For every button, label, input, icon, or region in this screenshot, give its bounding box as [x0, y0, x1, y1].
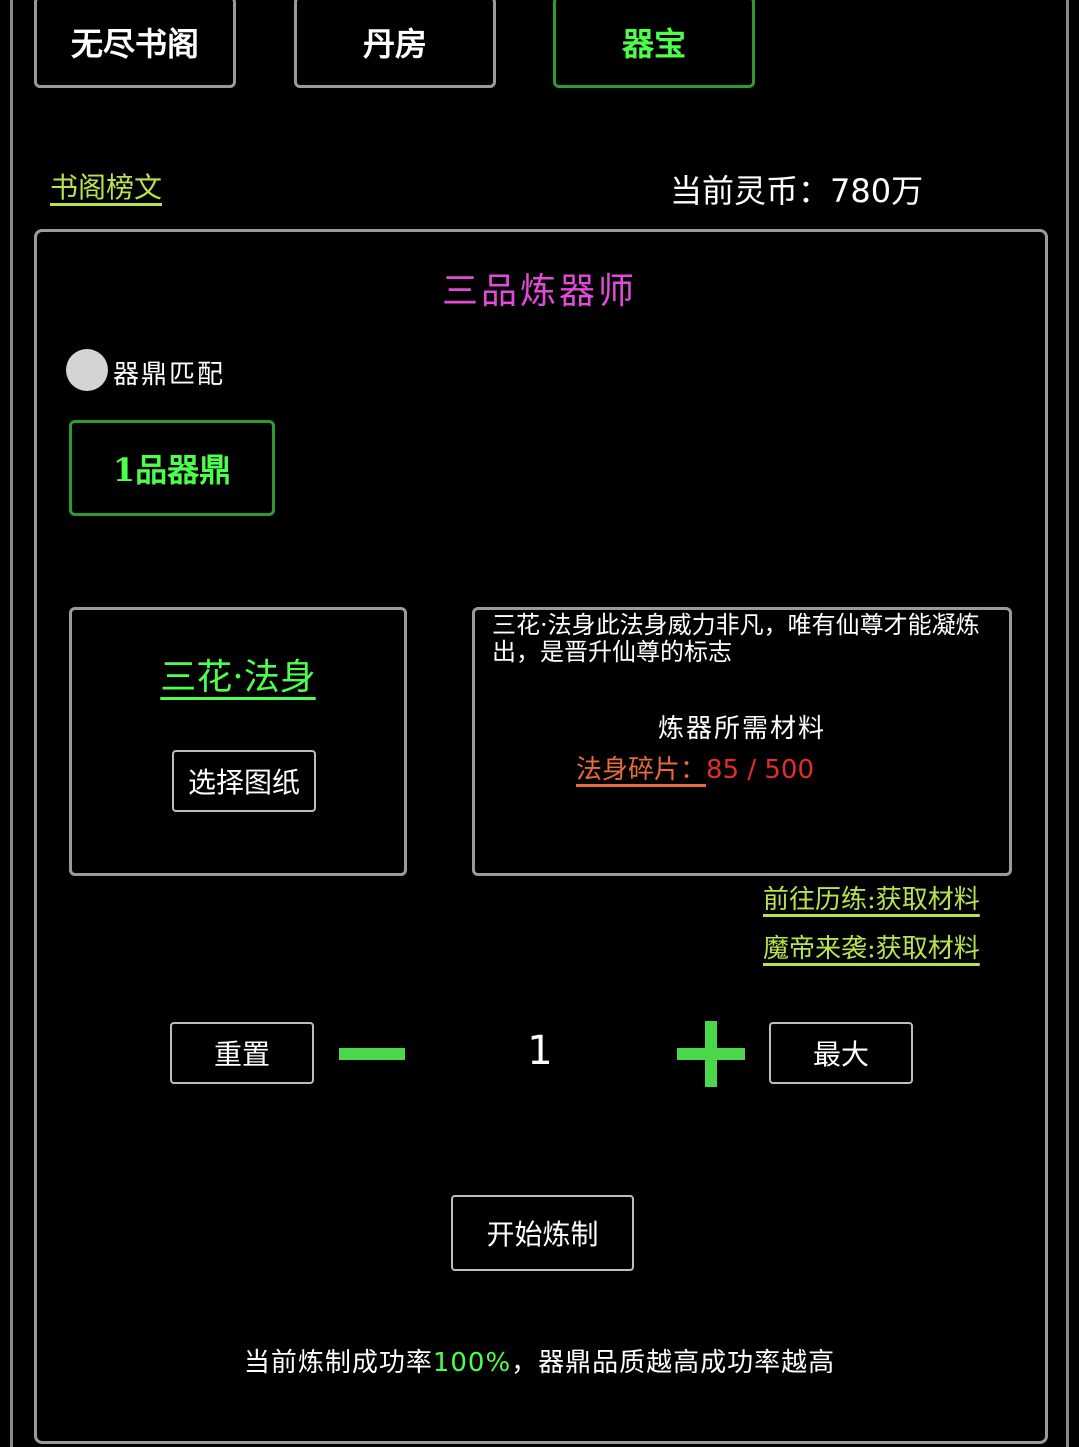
plus-icon-vertical	[705, 1021, 717, 1087]
blueprint-description: 三花·法身此法身威力非凡，唯有仙尊才能凝炼出，是晋升仙尊的标志	[492, 611, 980, 666]
cauldron-grade-button[interactable]: 1品器鼎	[69, 420, 275, 516]
currency-value: 780万	[830, 172, 924, 210]
tab-artifacts[interactable]: 器宝	[553, 0, 755, 88]
success-rate-value: 100%	[432, 1348, 512, 1378]
max-quantity-button[interactable]: 最大	[769, 1022, 913, 1084]
frame-left-border	[10, 0, 13, 1447]
blueprint-name-link[interactable]: 三花·法身	[69, 648, 407, 700]
tab-endless-library[interactable]: 无尽书阁	[34, 0, 236, 88]
success-rate-suffix: ，器鼎品质越高成功率越高	[511, 1348, 836, 1378]
quantity-value: 1	[527, 1028, 553, 1074]
cauldron-match-label: 器鼎匹配	[113, 360, 226, 390]
currency-display: 当前灵币：780万	[670, 166, 923, 212]
refiner-rank-title: 三品炼器师	[441, 271, 637, 312]
decrease-quantity-button[interactable]	[339, 1048, 405, 1060]
start-refining-button[interactable]: 开始炼制	[451, 1195, 634, 1271]
increase-quantity-button[interactable]	[677, 1021, 745, 1087]
currency-label: 当前灵币：	[670, 172, 831, 210]
tab-alchemy-room[interactable]: 丹房	[294, 0, 496, 88]
material-count: 85 / 500	[706, 755, 815, 785]
frame-right-border	[1066, 0, 1069, 1447]
acquire-link-training[interactable]: 前往历练:获取材料	[763, 879, 980, 916]
success-rate-text: 当前炼制成功率100%，器鼎品质越高成功率越高	[0, 1342, 1079, 1379]
materials-title: 炼器所需材料	[657, 714, 826, 744]
reset-button[interactable]: 重置	[170, 1022, 314, 1084]
acquire-link-demon-raid[interactable]: 魔帝来袭:获取材料	[763, 928, 980, 965]
material-requirement: 法身碎片：85 / 500	[576, 749, 814, 786]
select-blueprint-button[interactable]: 选择图纸	[172, 750, 316, 812]
library-notice-link[interactable]: 书阁榜文	[50, 166, 162, 206]
material-name: 法身碎片：	[576, 755, 707, 785]
success-rate-prefix: 当前炼制成功率	[243, 1348, 433, 1378]
cauldron-match-toggle[interactable]	[66, 349, 108, 391]
